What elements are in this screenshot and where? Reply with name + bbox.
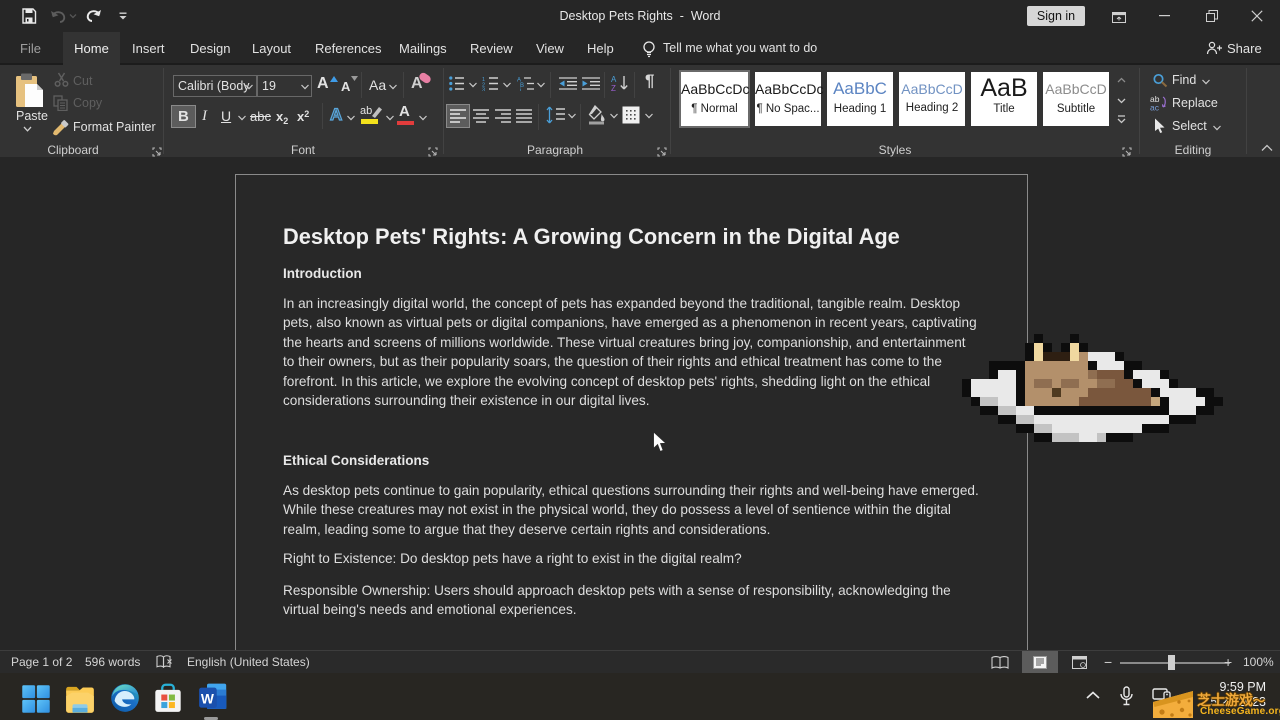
svg-text:ab: ab bbox=[360, 105, 372, 117]
svg-text:3: 3 bbox=[482, 88, 485, 92]
svg-text:i: i bbox=[520, 88, 521, 91]
svg-text:ac: ac bbox=[1150, 103, 1160, 112]
svg-text:Z: Z bbox=[611, 84, 616, 93]
svg-text:A: A bbox=[611, 75, 617, 84]
svg-text:W: W bbox=[201, 691, 215, 706]
